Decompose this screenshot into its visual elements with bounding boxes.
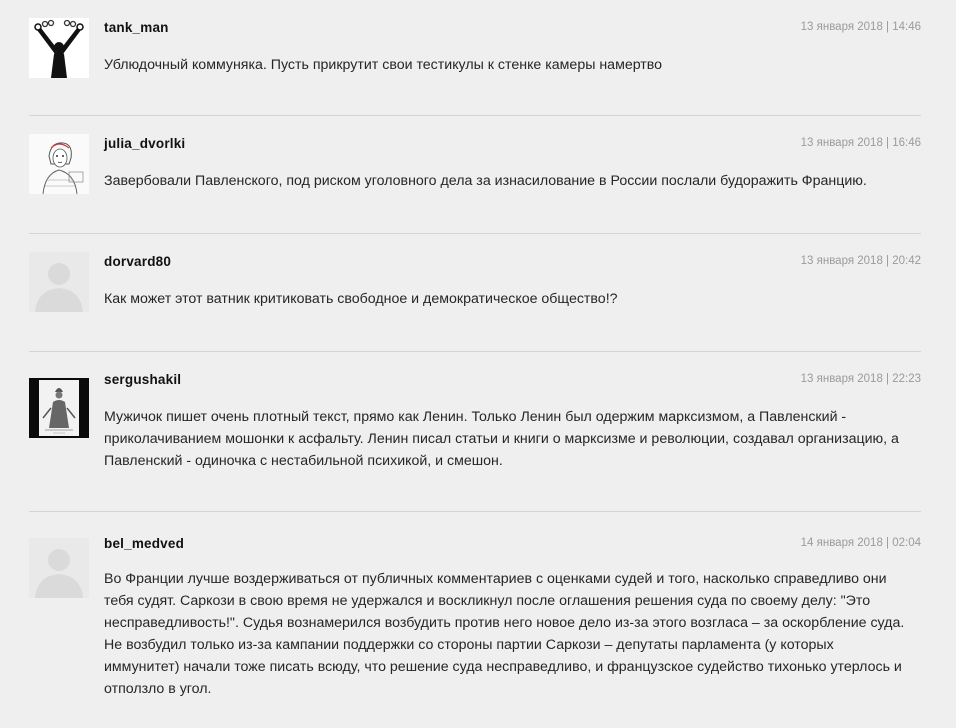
comment-header: dorvard80 13 января 2018 | 20:42 bbox=[104, 254, 921, 272]
user-silhouette-icon bbox=[29, 538, 89, 598]
comment-date: 14 января 2018 | 02:04 bbox=[800, 537, 921, 549]
comment-username[interactable]: tank_man bbox=[104, 20, 169, 35]
comment-username[interactable]: sergushakil bbox=[104, 372, 181, 387]
comment-username[interactable]: dorvard80 bbox=[104, 254, 171, 269]
comment-text: Завербовали Павленского, под риском угол… bbox=[104, 173, 867, 189]
chained-arms-icon bbox=[29, 18, 89, 78]
comment-text: Ублюдочный коммуняка. Пусть прикрутит св… bbox=[104, 57, 663, 73]
comment-date: 13 января 2018 | 16:46 bbox=[800, 137, 921, 149]
default-user-avatar[interactable] bbox=[29, 538, 89, 598]
chained-arms-avatar[interactable] bbox=[29, 18, 89, 78]
comment-list: tank_man 13 января 2018 | 14:46 Ублюдочн… bbox=[0, 0, 956, 728]
engraving-figure-avatar[interactable] bbox=[29, 378, 89, 438]
comment-item: tank_man 13 января 2018 | 14:46 Ублюдочн… bbox=[29, 0, 921, 116]
comment-item: bel_medved 14 января 2018 | 02:04 Во Фра… bbox=[29, 512, 921, 728]
comment-text: Мужичок пишет очень плотный текст, прямо… bbox=[104, 409, 899, 469]
engraving-figure-icon bbox=[29, 378, 89, 438]
comment-text: Как может этот ватник критиковать свобод… bbox=[104, 291, 618, 307]
comment-date: 13 января 2018 | 22:23 bbox=[800, 373, 921, 385]
default-user-avatar[interactable] bbox=[29, 252, 89, 312]
comment-header: sergushakil 13 января 2018 | 22:23 bbox=[104, 372, 921, 390]
comment-header: bel_medved 14 января 2018 | 02:04 bbox=[104, 536, 921, 554]
comment-username[interactable]: julia_dvorlki bbox=[104, 136, 185, 151]
comment-date: 13 января 2018 | 14:46 bbox=[800, 21, 921, 33]
sketch-girl-avatar[interactable] bbox=[29, 134, 89, 194]
comment-username[interactable]: bel_medved bbox=[104, 536, 184, 551]
user-silhouette-icon bbox=[29, 252, 89, 312]
comment-header: julia_dvorlki 13 января 2018 | 16:46 bbox=[104, 136, 921, 154]
comment-text: Во Франции лучше воздерживаться от публи… bbox=[104, 571, 905, 697]
comment-date: 13 января 2018 | 20:42 bbox=[800, 255, 921, 267]
comment-item: julia_dvorlki 13 января 2018 | 16:46 Зав… bbox=[29, 116, 921, 234]
comment-header: tank_man 13 января 2018 | 14:46 bbox=[104, 20, 921, 38]
comment-item: sergushakil 13 января 2018 | 22:23 Мужич… bbox=[29, 352, 921, 512]
comment-item: dorvard80 13 января 2018 | 20:42 Как мож… bbox=[29, 234, 921, 352]
sketch-girl-icon bbox=[29, 134, 89, 194]
